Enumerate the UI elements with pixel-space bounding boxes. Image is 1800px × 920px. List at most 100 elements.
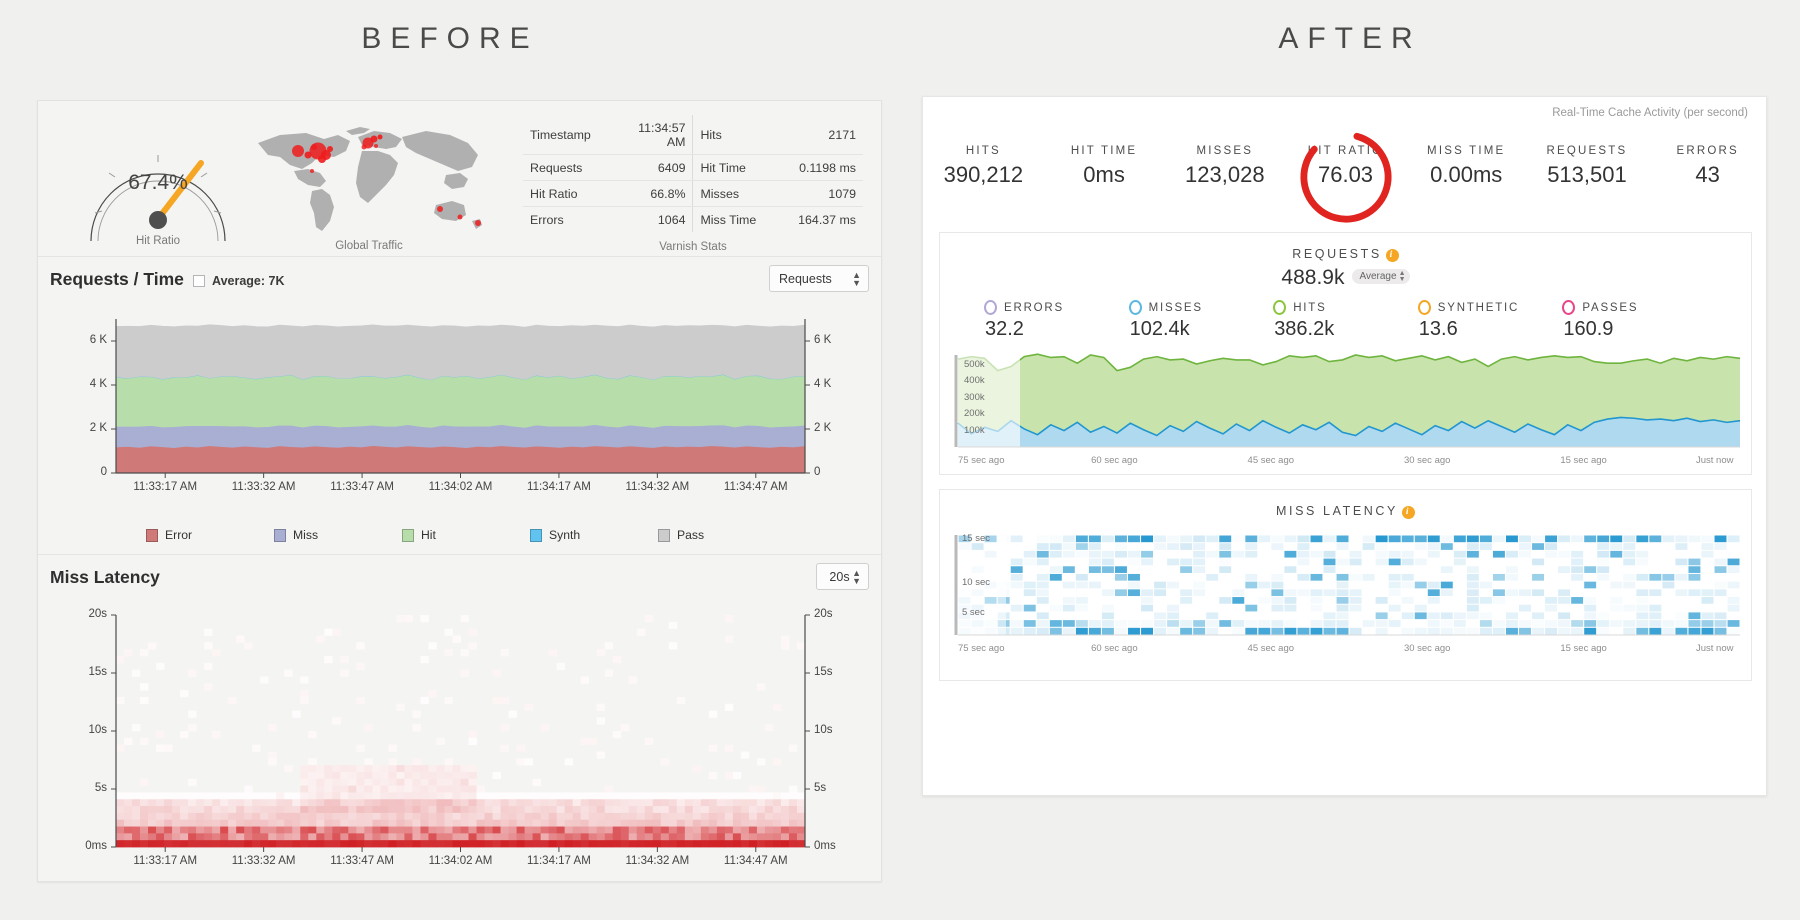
legend-item[interactable]: SYNTHETIC 13.6 xyxy=(1417,300,1563,341)
legend-swatch xyxy=(530,528,542,542)
legend-item[interactable]: Error xyxy=(146,528,274,542)
x-axis-tick-label: 11:33:47 AM xyxy=(330,855,394,867)
legend-dot xyxy=(1273,300,1287,315)
legend-label: Error xyxy=(165,528,193,542)
legend-label: Miss xyxy=(293,528,319,542)
before-dashboard-card: 67.4% Hit Ratio Global Traffic Timestamp… xyxy=(37,100,882,882)
kpi-hit-ratio: HIT RATIO 76.03 xyxy=(1285,131,1406,223)
legend-label: PASSES xyxy=(1582,301,1639,314)
table-cell: Requests xyxy=(523,154,612,181)
kpi-label: REQUESTS xyxy=(1546,145,1628,157)
legend-swatch xyxy=(274,528,286,542)
stats-caption: Varnish Stats xyxy=(659,241,727,253)
x-axis-tick-label: 60 sec ago xyxy=(1091,455,1138,466)
y-axis-tick-label: 4 K xyxy=(814,378,832,390)
x-axis-tick-label: 11:34:17 AM xyxy=(527,855,591,867)
y-axis-tick-label: 100k xyxy=(964,424,985,436)
y-axis-tick-label: 2 K xyxy=(814,422,832,434)
kpi-row: HITS 390,212 HIT TIME 0ms MISSES 123,028 HIT R… xyxy=(923,131,1768,223)
x-axis-tick-label: 45 sec ago xyxy=(1247,455,1295,466)
average-dropdown-label: Average xyxy=(1359,271,1397,282)
legend-item[interactable]: MISSES 102.4k xyxy=(1128,300,1274,341)
table-cell: Hit Ratio xyxy=(523,180,612,207)
table-cell: 66.8% xyxy=(611,180,694,207)
y-axis-tick-label: 5s xyxy=(814,782,827,794)
kpi-value: 0ms xyxy=(1083,162,1125,187)
after-requests-total: 488.9k xyxy=(1281,266,1345,289)
average-checkbox[interactable] xyxy=(193,275,205,287)
table-row: Errors 1064 Miss Time 164.37 ms xyxy=(523,206,863,232)
legend-item[interactable]: ERRORS 32.2 xyxy=(984,300,1129,341)
table-cell: 6409 xyxy=(611,154,694,181)
legend-swatch xyxy=(402,528,414,542)
latency-heat-svg xyxy=(111,614,810,852)
gauge-caption: Hit Ratio xyxy=(135,235,181,247)
table-cell: 0.1198 ms xyxy=(781,154,863,181)
legend-item[interactable]: Pass xyxy=(658,528,786,542)
gauge-value: 67.4% xyxy=(128,171,188,194)
legend-item[interactable]: Hit xyxy=(402,528,530,542)
y-axis-tick-label: 6 K xyxy=(814,334,832,346)
legend-dot xyxy=(1562,300,1576,315)
kpi-requests: REQUESTS 513,501 xyxy=(1527,145,1648,207)
after-requests-title: REQUESTS i xyxy=(940,247,1751,262)
kpi-hit-time: HIT TIME 0ms xyxy=(1044,145,1165,207)
y-axis-tick-label: 5 sec xyxy=(962,607,985,618)
kpi-value: 123,028 xyxy=(1185,162,1265,187)
table-cell: Misses xyxy=(692,180,782,207)
kpi-errors: ERRORS 43 xyxy=(1647,145,1768,207)
legend-label: Hit xyxy=(421,528,436,542)
y-axis-tick-label: 6 K xyxy=(89,334,107,346)
y-axis-tick-label: 0ms xyxy=(85,840,107,852)
after-requests-panel: REQUESTS i 488.9k Average ▲ ▼ ERRORS 32.2 MISS… xyxy=(939,232,1752,475)
after-latency-title-text: MISS LATENCY xyxy=(1276,504,1398,518)
table-cell: 2171 xyxy=(781,115,863,155)
map-caption: Global Traffic xyxy=(335,240,403,252)
x-axis-tick-label: 11:33:17 AM xyxy=(133,481,198,493)
requests-time-header: Requests / Time Average: 7K Requests ▲ ▼ xyxy=(38,257,881,301)
y-axis-tick-label: 0 xyxy=(814,466,821,478)
y-axis-tick-label: 300k xyxy=(964,391,985,403)
average-toggle[interactable]: Average: 7K xyxy=(193,274,285,288)
info-icon[interactable]: i xyxy=(1401,506,1415,519)
after-area-svg xyxy=(954,353,1741,448)
table-cell: Miss Time xyxy=(700,212,757,227)
legend-item[interactable]: HITS 386.2k xyxy=(1273,300,1418,341)
y-axis-tick-label: 4 K xyxy=(89,378,107,390)
table-cell: 164.37 ms xyxy=(798,212,856,227)
legend-label: ERRORS xyxy=(1004,301,1065,314)
table-cell: Hit Time xyxy=(692,154,782,181)
legend-label: MISSES xyxy=(1148,301,1203,314)
x-axis-tick-label: 30 sec ago xyxy=(1403,455,1451,466)
after-dashboard-card: Real-Time Cache Activity (per second) HI… xyxy=(922,96,1767,796)
kpi-label: HIT TIME xyxy=(1070,145,1138,157)
kpi-value: 43 xyxy=(1695,162,1720,187)
before-summary-row: 67.4% Hit Ratio Global Traffic Timestamp… xyxy=(38,101,881,256)
y-axis-tick-label: 500k xyxy=(964,358,985,370)
table-cell: Errors xyxy=(530,212,564,227)
legend-item[interactable]: Synth xyxy=(530,528,658,542)
before-heading: BEFORE xyxy=(361,22,539,55)
legend-value: 160.9 xyxy=(1563,318,1614,340)
info-icon[interactable]: i xyxy=(1385,249,1399,262)
table-row: Hit Ratio 66.8% Misses 1079 xyxy=(523,180,863,207)
legend-label: Synth xyxy=(549,528,581,542)
x-axis-tick-label: 45 sec ago xyxy=(1247,643,1295,654)
average-dropdown[interactable]: Average ▲ ▼ xyxy=(1352,269,1410,284)
y-axis-tick-label: 10s xyxy=(88,724,107,736)
legend-swatch xyxy=(146,528,158,542)
global-traffic-map: Global Traffic xyxy=(250,113,488,253)
y-axis-tick-label: 15s xyxy=(88,666,107,678)
hit-ratio-ring-icon xyxy=(1299,131,1392,223)
latency-range-value: 20s xyxy=(829,569,850,584)
table-cell: Timestamp xyxy=(523,115,612,155)
legend-item[interactable]: Miss xyxy=(274,528,402,542)
kpi-value: 0.00ms xyxy=(1430,162,1503,187)
metric-select[interactable]: Requests ▲ ▼ xyxy=(769,265,869,292)
x-axis-tick-label: 30 sec ago xyxy=(1403,643,1451,654)
after-heat-svg xyxy=(954,535,1740,636)
legend-item[interactable]: PASSES 160.9 xyxy=(1562,300,1707,341)
latency-range-select[interactable]: 20s ▲ ▼ xyxy=(816,563,869,590)
x-axis-tick-label: 11:34:02 AM xyxy=(428,855,493,867)
y-axis-tick-label: 15s xyxy=(814,666,833,678)
